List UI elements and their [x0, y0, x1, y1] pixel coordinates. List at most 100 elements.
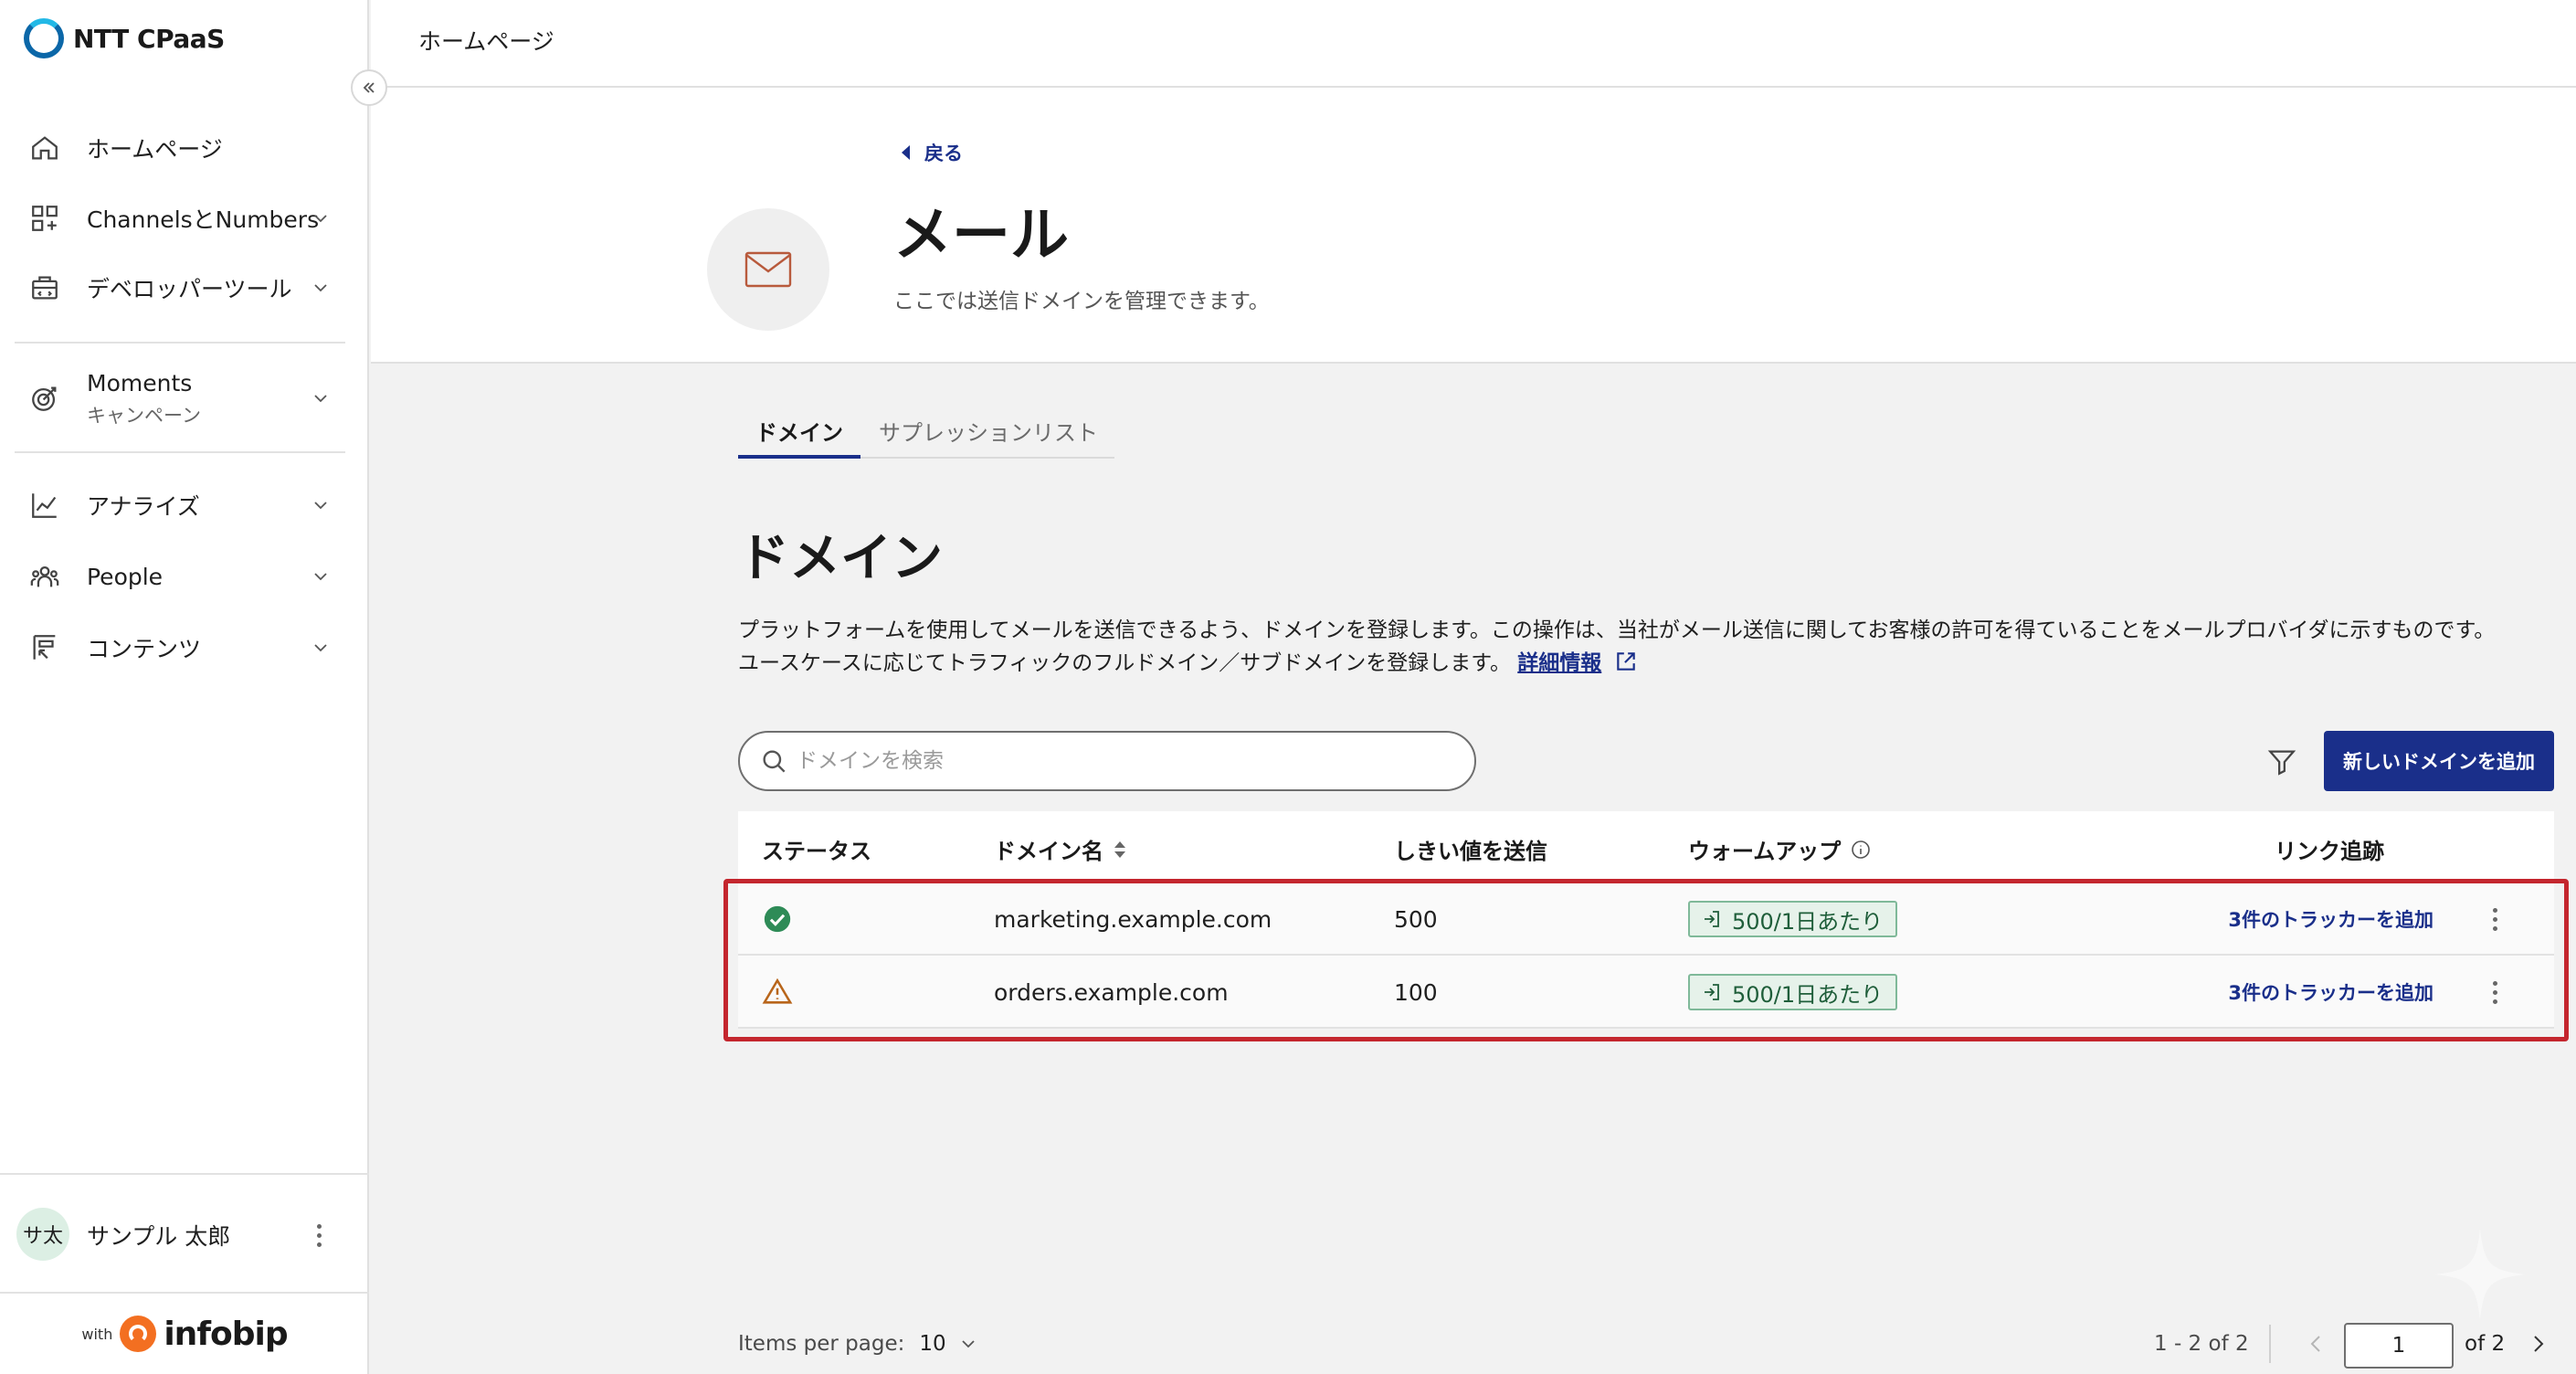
warmup-login-icon [1705, 984, 1719, 1000]
column-header-tracking: リンク追跡 [2275, 839, 2384, 864]
page-number-input[interactable] [2344, 1323, 2454, 1369]
section-title: ドメイン [738, 529, 943, 588]
infobip-logo-text: infobip [164, 1315, 288, 1353]
avatar: サ太 [16, 1208, 69, 1261]
sidebar-item-label: ChannelsとNumbers [87, 206, 320, 233]
content-icon [27, 630, 62, 665]
column-header-threshold: しきい値を送信 [1394, 839, 1547, 864]
sidebar-item-channels[interactable]: ChannelsとNumbers [0, 193, 369, 244]
items-per-page-label: Items per page: [738, 1332, 905, 1356]
sidebar-item-content[interactable]: コンテンツ [0, 622, 369, 673]
sidebar-item-label: Moments [87, 370, 193, 396]
toolbox-icon [27, 270, 62, 305]
add-trackers-link[interactable]: 3件のトラッカーを追加 [2181, 883, 2433, 956]
domain-name[interactable]: orders.example.com [994, 956, 1229, 1029]
page-subtitle: ここでは送信ドメインを管理できます。 [893, 290, 1270, 313]
description-line-1: プラットフォームを使用してメールを送信できるよう、ドメインを登録します。この操作… [738, 618, 2496, 642]
brand-name: NTT CPaaS [73, 23, 225, 54]
filter-icon [2267, 750, 2296, 776]
domain-name[interactable]: marketing.example.com [994, 883, 1272, 956]
breadcrumb[interactable]: ホームページ [418, 24, 554, 57]
threshold-value: 100 [1394, 978, 1438, 1006]
user-name: サンプル 太郎 [87, 1223, 231, 1250]
warmup-badge: 500/1日あたり [1688, 974, 1898, 1010]
brand-logo[interactable]: NTT CPaaS [24, 18, 225, 58]
chevron-left-icon [2310, 1336, 2320, 1352]
chevron-down-icon[interactable] [307, 205, 334, 232]
sidebar-item-moments[interactable]: Moments キャンペーン [0, 368, 369, 428]
target-icon [27, 381, 62, 416]
chevron-down-icon[interactable] [307, 563, 334, 590]
column-header-status: ステータス [762, 839, 871, 864]
chevron-down-icon[interactable] [307, 385, 334, 412]
sidebar-item-home[interactable]: ホームページ [0, 122, 369, 174]
tab-domains[interactable]: ドメイン [738, 407, 860, 459]
chevron-down-icon[interactable] [307, 274, 334, 301]
sidebar-divider [15, 451, 345, 453]
chart-line-icon [27, 488, 62, 523]
next-page-button[interactable] [2525, 1330, 2552, 1358]
page-title: メール [893, 202, 1069, 270]
add-domain-button[interactable]: 新しいドメインを追加 [2324, 731, 2554, 791]
column-header-domain[interactable]: ドメイン名 [994, 833, 1127, 865]
back-link[interactable]: 戻る [899, 139, 963, 166]
threshold-value: 500 [1394, 905, 1438, 933]
warmup-badge: 500/1日あたり [1688, 901, 1898, 937]
info-icon[interactable] [1850, 839, 1872, 861]
warmup-cell: 500/1日あたり [1688, 883, 1898, 956]
double-chevron-left-icon [363, 82, 375, 93]
chevron-down-icon[interactable] [307, 634, 334, 661]
powered-with-label: with [81, 1325, 113, 1343]
home-icon [27, 131, 62, 165]
sidebar-item-analyze[interactable]: アナライズ [0, 480, 369, 531]
top-bar: ホームページ [371, 0, 2576, 88]
prev-page-button[interactable] [2302, 1330, 2329, 1358]
items-per-page-select[interactable]: 10 [919, 1332, 977, 1356]
search-input[interactable] [797, 740, 1454, 782]
tab-bar: ドメイン サプレッションリスト [738, 407, 1114, 459]
chevron-down-icon[interactable] [307, 491, 334, 519]
brand-ring-icon [24, 18, 64, 58]
table-row[interactable]: orders.example.com 100 500/1日あたり 3件のトラッカ… [738, 956, 2554, 1029]
sidebar-item-label: ホームページ [87, 136, 223, 163]
row-actions-kebab-icon[interactable] [2481, 883, 2508, 956]
page-range: 1 - 2 of 2 [2154, 1332, 2249, 1356]
sidebar-item-label: People [87, 563, 164, 590]
search-icon [760, 747, 789, 780]
sidebar-item-label: デベロッパーツール [87, 276, 292, 302]
external-link-icon[interactable] [1614, 650, 1638, 673]
collapse-sidebar-button[interactable] [351, 69, 387, 106]
description-line-2-text: ユースケースに応じてトラフィックのフルドメイン／サブドメインを登録します。 [738, 651, 1511, 675]
caret-left-icon [902, 145, 910, 160]
mail-icon [707, 208, 829, 331]
chevron-down-icon [962, 1340, 975, 1348]
sidebar-item-label: アナライズ [87, 493, 200, 520]
items-per-page: Items per page: 10 [738, 1332, 977, 1356]
user-profile[interactable]: サ太 サンプル 太郎 [0, 1173, 369, 1292]
filter-button[interactable] [2262, 742, 2302, 782]
table-row[interactable]: marketing.example.com 500 500/1日あたり 3件のト… [738, 883, 2554, 956]
tab-suppression-list[interactable]: サプレッションリスト [879, 407, 1098, 459]
description-line-2: ユースケースに応じてトラフィックのフルドメイン／サブドメインを登録します。 詳細… [738, 647, 2556, 680]
domains-table: ステータス ドメイン名 しきい値を送信 ウォームアップ リンク追跡 market… [738, 811, 2554, 1029]
warmup-cell: 500/1日あたり [1688, 956, 1898, 1029]
user-menu-kebab-icon[interactable] [305, 1217, 333, 1253]
row-actions-kebab-icon[interactable] [2481, 956, 2508, 1029]
search-box [738, 731, 1476, 791]
infobip-logo-icon [120, 1316, 157, 1352]
pagination-divider [2269, 1325, 2271, 1363]
sidebar-item-people[interactable]: People [0, 551, 369, 602]
page-header: 戻る メール ここでは送信ドメインを管理できます。 [371, 88, 2576, 364]
grid-plus-icon [27, 201, 62, 236]
sort-icon [1114, 840, 1125, 858]
status-warning-icon [762, 956, 793, 1029]
people-icon [27, 559, 62, 594]
warmup-login-icon [1705, 911, 1719, 927]
learn-more-link[interactable]: 詳細情報 [1517, 651, 1601, 675]
status-verified-icon [762, 883, 793, 956]
sidebar-item-label: コンテンツ [87, 636, 202, 662]
add-trackers-link[interactable]: 3件のトラッカーを追加 [2181, 956, 2433, 1029]
sidebar-item-developer-tools[interactable]: デベロッパーツール [0, 262, 369, 313]
pagination: Items per page: 10 1 - 2 of 2 of 2 [738, 1323, 2554, 1369]
back-label: 戻る [924, 143, 963, 164]
